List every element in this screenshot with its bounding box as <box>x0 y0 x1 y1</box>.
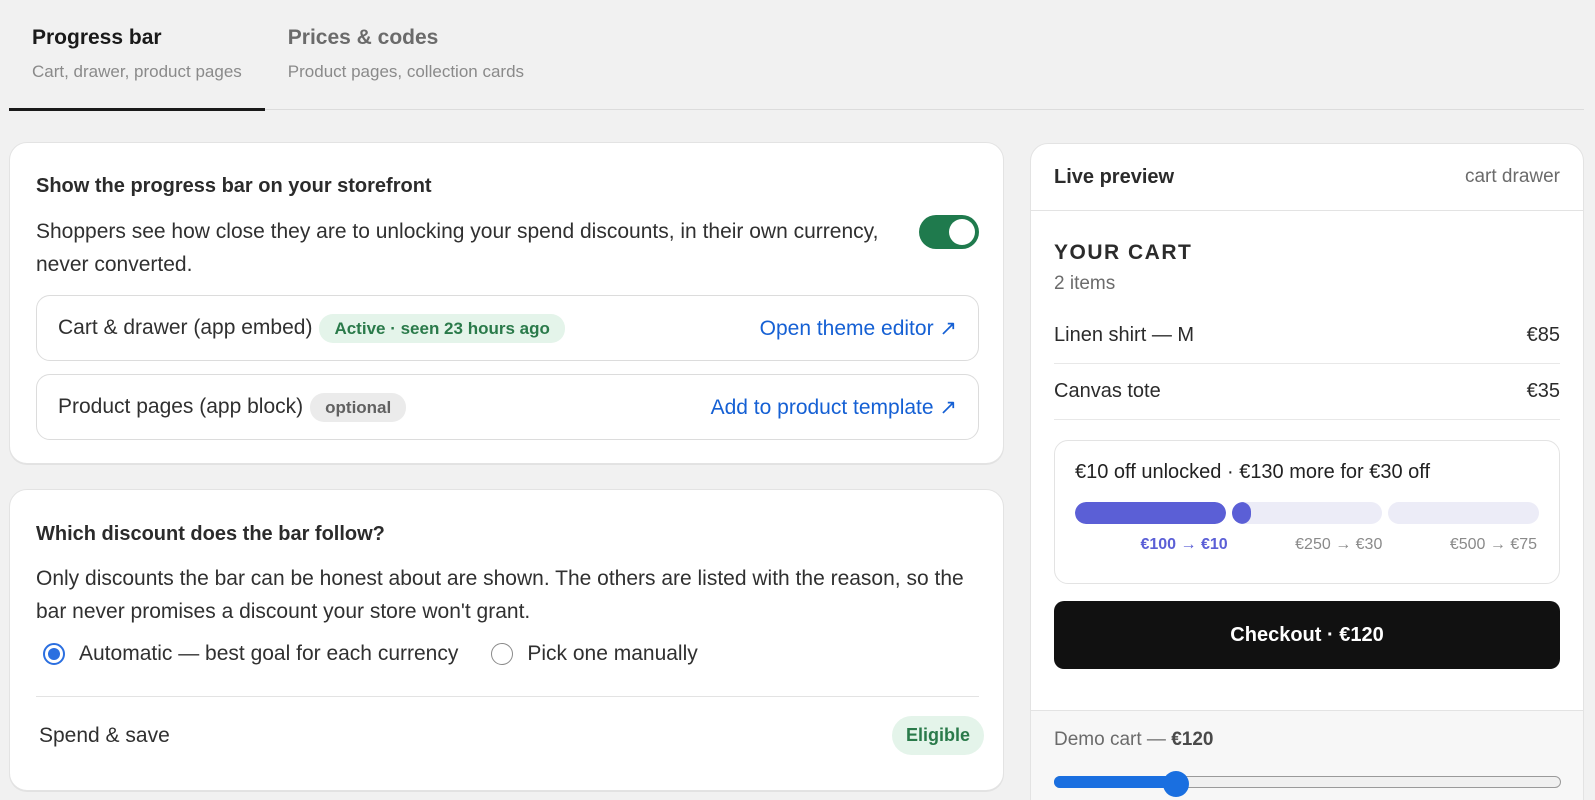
progress-message: €10 off unlocked · €130 more for €30 off <box>1075 461 1431 483</box>
radio-dot <box>43 643 65 665</box>
radio-manual[interactable]: Pick one manually <box>491 642 698 666</box>
cart-drawer: YOUR CART 2 items Linen shirt — M €85 Ca… <box>1031 211 1583 669</box>
live-preview-panel: Live preview cart drawer YOUR CART 2 ite… <box>1030 143 1584 800</box>
item-price: €85 <box>1526 324 1560 346</box>
app-block-label: Product pages (app block) <box>58 395 304 418</box>
progress-track-tier-1 <box>1075 502 1226 524</box>
demo-cart-label: Demo cart — €120 <box>1054 729 1560 751</box>
tab-progress-bar[interactable]: Progress bar Cart, drawer, product pages <box>9 0 265 111</box>
discount-card: Which discount does the bar follow? Only… <box>9 489 1004 791</box>
progress-tracks <box>1075 502 1540 524</box>
radio-dot <box>491 643 514 665</box>
checkout-button[interactable]: Checkout · €120 <box>1054 601 1560 669</box>
tab-bar: Progress bar Cart, drawer, product pages… <box>9 0 1584 111</box>
discount-row: Spend & save Eligible <box>39 716 984 755</box>
discount-name: Spend & save <box>39 723 170 747</box>
item-price: €35 <box>1526 380 1560 402</box>
slider-fill <box>1054 776 1176 788</box>
app-block-row: Product pages (app block) optional Add t… <box>36 374 979 440</box>
tier-label: €500 → €75 <box>1449 536 1538 553</box>
open-theme-editor-link[interactable]: Open theme editor ↗ <box>760 316 957 341</box>
progress-bar-widget: €10 off unlocked · €130 more for €30 off… <box>1054 440 1560 584</box>
slider-thumb[interactable] <box>1162 771 1189 797</box>
progress-track-tier-2 <box>1231 502 1383 524</box>
item-name: Canvas tote <box>1054 380 1161 402</box>
tab-title: Prices & codes <box>287 26 439 49</box>
eligible-badge: Eligible <box>891 716 984 755</box>
progress-track-tier-3 <box>1388 502 1540 524</box>
progress-fill <box>1075 502 1226 524</box>
cart-item-count: 2 items <box>1054 273 1116 294</box>
discount-description: Only discounts the bar can be honest abo… <box>36 567 964 623</box>
discount-mode-radios: Automatic — best goal for each currency … <box>43 642 731 666</box>
add-to-product-template-link[interactable]: Add to product template ↗ <box>711 395 957 420</box>
app-embed-row: Cart & drawer (app embed) Active · seen … <box>36 295 979 361</box>
cart-title: YOUR CART <box>1054 241 1193 264</box>
storefront-description: Shoppers see how close they are to unloc… <box>36 220 879 276</box>
storefront-toggle[interactable] <box>919 215 979 249</box>
app-embed-label: Cart & drawer (app embed) <box>58 316 313 339</box>
discount-heading: Which discount does the bar follow? <box>36 523 385 545</box>
tab-title: Progress bar <box>32 26 162 49</box>
demo-cart-slider[interactable] <box>1054 771 1561 797</box>
divider <box>36 696 979 697</box>
status-badge: Active · seen 23 hours ago <box>319 313 565 343</box>
preview-title: Live preview <box>1054 165 1175 188</box>
demo-cart-prefix: Demo cart — <box>1054 729 1172 750</box>
tier-label: €100 → €10 <box>1140 536 1228 553</box>
cart-line-item: Canvas tote €35 <box>1054 364 1560 420</box>
cart-line-item: Linen shirt — M €85 <box>1054 308 1560 364</box>
storefront-card: Show the progress bar on your storefront… <box>9 142 1004 464</box>
item-name: Linen shirt — M <box>1054 324 1195 346</box>
radio-label: Pick one manually <box>527 642 698 665</box>
tab-subtitle: Cart, drawer, product pages <box>32 62 242 81</box>
radio-label: Automatic — best goal for each currency <box>79 642 459 665</box>
progress-fill <box>1231 502 1252 524</box>
toggle-knob <box>949 219 975 245</box>
storefront-heading: Show the progress bar on your storefront <box>36 175 432 197</box>
tab-subtitle: Product pages, collection cards <box>287 62 525 81</box>
optional-badge: optional <box>310 392 407 422</box>
demo-cart-value: €120 <box>1171 729 1214 750</box>
demo-cart-control: Demo cart — €120 <box>1031 710 1583 800</box>
preview-header: Live preview cart drawer <box>1031 144 1583 211</box>
preview-context: cart drawer <box>1464 166 1560 187</box>
tier-label: €250 → €30 <box>1295 536 1383 553</box>
tab-prices-codes[interactable]: Prices & codes Product pages, collection… <box>265 0 547 110</box>
tier-labels: €100 → €10 €250 → €30 €500 → €75 <box>1075 536 1539 554</box>
radio-automatic[interactable]: Automatic — best goal for each currency <box>43 642 458 666</box>
